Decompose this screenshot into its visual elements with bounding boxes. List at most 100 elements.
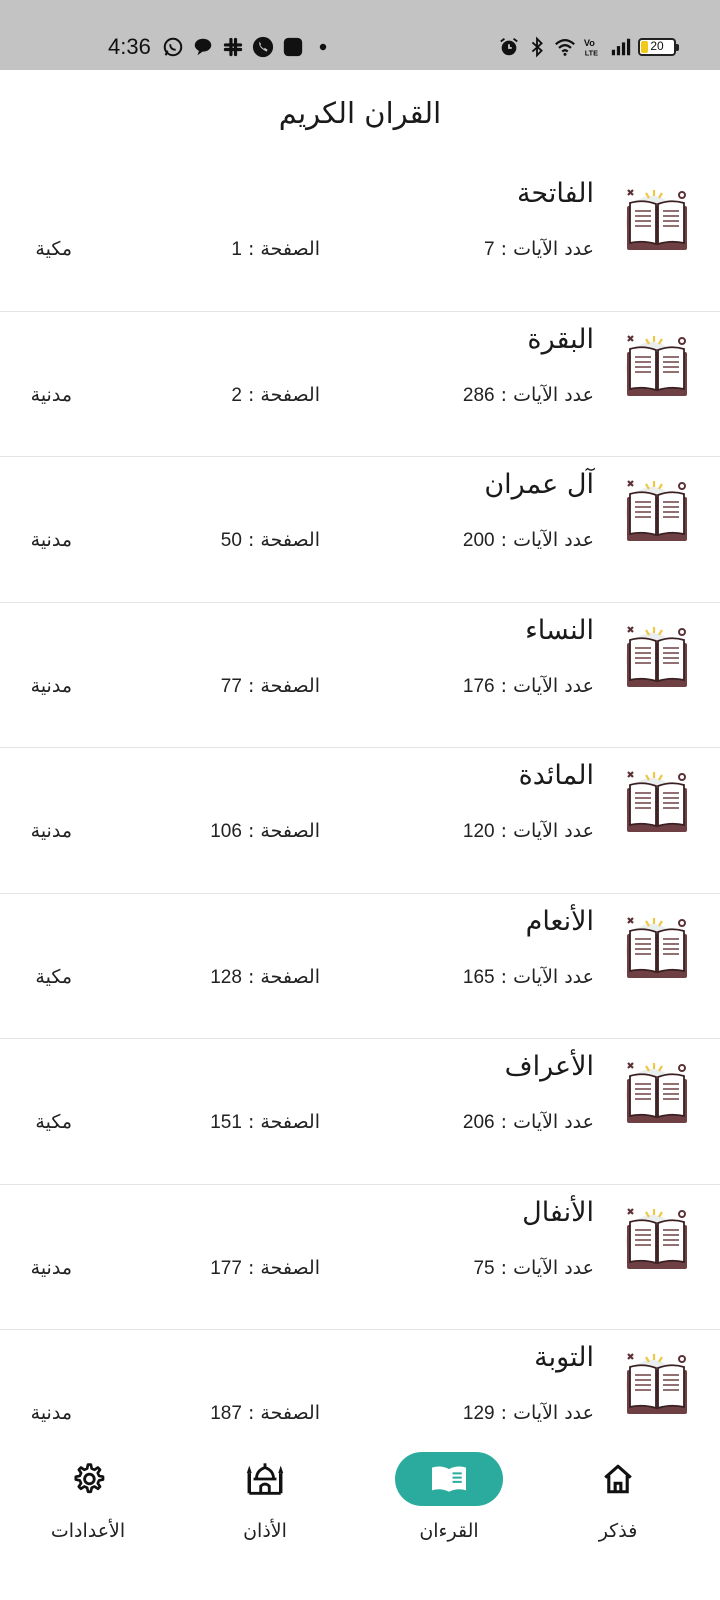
- app-icon: [283, 37, 303, 57]
- quran-book-icon: [626, 1207, 687, 1269]
- ayah-count-value: 200: [462, 530, 495, 551]
- surah-row[interactable]: المائدة عدد الآيات : 120 الصفحة : 106 مدنية: [0, 748, 720, 894]
- surah-row[interactable]: آل عمران عدد الآيات : 200 الصفحة : 50 مدنية: [0, 457, 720, 603]
- app-header: القران الكريم: [0, 70, 720, 166]
- revelation-type: مدنية: [30, 674, 72, 697]
- ayah-count-label: عدد الآيات :: [494, 1256, 594, 1279]
- revelation-type: مدنية: [30, 383, 72, 406]
- mosque-icon: [246, 1463, 284, 1495]
- nav-item-settings[interactable]: الأعدادات: [8, 1444, 168, 1574]
- page-number-label: الصفحة :: [241, 1256, 320, 1279]
- surah-row[interactable]: الأعراف عدد الآيات : 206 الصفحة : 151 مكية: [0, 1039, 720, 1185]
- nav-label-quran: القرءان: [419, 1520, 479, 1542]
- dot-icon: [319, 43, 327, 51]
- surah-name: التوبة: [534, 1342, 594, 1373]
- ayah-count-value: 75: [473, 1257, 495, 1279]
- ayah-count-label: عدد الآيات :: [494, 383, 594, 406]
- surah-name: النساء: [525, 614, 594, 646]
- page-number: الصفحة : 2: [231, 384, 320, 407]
- notification-icons: [162, 36, 334, 58]
- status-bar: 4:36 Vo LTE 20: [0, 0, 720, 70]
- surah-name: المائدة: [518, 760, 594, 791]
- revelation-type: مكية: [35, 965, 72, 988]
- bluetooth-icon: [531, 36, 543, 58]
- ayah-count-value: 206: [462, 1112, 495, 1133]
- page-number: الصفحة : 1: [231, 238, 320, 261]
- page-number: الصفحة : 151: [210, 1111, 320, 1134]
- page-number-value: 177: [210, 1257, 242, 1279]
- page-number-value: 151: [210, 1112, 242, 1133]
- status-time: 4:36: [108, 34, 151, 59]
- home-icon: [604, 1464, 632, 1494]
- ayah-count: عدد الآيات : 200: [463, 529, 594, 552]
- nav-item-adhan[interactable]: الأذان: [185, 1444, 345, 1574]
- revelation-type: مدنية: [30, 1256, 72, 1279]
- nav-icon-wrap: [211, 1452, 319, 1506]
- ayah-count: عدد الآيات : 176: [463, 675, 594, 698]
- gear-icon: [74, 1463, 105, 1494]
- surah-name: الأنعام: [525, 905, 594, 937]
- page-number-label: الصفحة :: [241, 1402, 320, 1424]
- page-number: الصفحة : 187: [210, 1402, 320, 1425]
- surah-row[interactable]: الفاتحة عدد الآيات : 7 الصفحة : 1 مكية: [0, 166, 720, 312]
- surah-name: الأنفال: [522, 1196, 594, 1228]
- ayah-count-label: عدد الآيات :: [494, 238, 594, 260]
- surah-row[interactable]: التوبة عدد الآيات : 129 الصفحة : 187 مدنية: [0, 1330, 720, 1444]
- whatsapp-icon: [163, 37, 183, 57]
- ayah-count-label: عدد الآيات :: [494, 674, 594, 697]
- volte-icon: Vo LTE: [584, 38, 598, 57]
- page-number-value: 106: [210, 821, 242, 842]
- nav-icon-wrap: [34, 1452, 142, 1506]
- revelation-type: مدنية: [30, 529, 72, 551]
- nav-item-home[interactable]: فذكر: [538, 1444, 698, 1574]
- svg-text:Vo: Vo: [584, 38, 595, 48]
- page-number-label: الصفحة :: [241, 674, 320, 697]
- page-number-label: الصفحة :: [241, 238, 320, 260]
- page-number: الصفحة : 106: [210, 820, 320, 843]
- revelation-type: مكية: [35, 238, 72, 260]
- ayah-count-label: عدد الآيات :: [494, 1402, 594, 1424]
- ayah-count-value: 120: [462, 821, 495, 842]
- slack-icon: [223, 37, 243, 57]
- page-number-label: الصفحة :: [241, 1111, 320, 1133]
- page-number: الصفحة : 50: [221, 529, 320, 552]
- page-title: القران الكريم: [278, 96, 442, 130]
- revelation-type: مدنية: [30, 1402, 72, 1424]
- surah-row[interactable]: الأنفال عدد الآيات : 75 الصفحة : 177 مدنية: [0, 1185, 720, 1330]
- page-number-value: 1: [231, 239, 242, 260]
- alarm-icon: [500, 38, 518, 56]
- ayah-count-value: 7: [484, 239, 495, 260]
- system-icons: Vo LTE 20: [498, 36, 679, 58]
- quran-book-icon: [626, 189, 687, 250]
- nav-label-settings: الأعدادات: [50, 1520, 126, 1542]
- page-number: الصفحة : 128: [210, 966, 320, 989]
- nav-label-home: فذكر: [598, 1520, 638, 1542]
- page-number-value: 2: [231, 384, 242, 406]
- ayah-count-label: عدد الآيات :: [494, 820, 594, 842]
- signal-icon: [611, 38, 631, 56]
- surah-name: الأعراف: [504, 1051, 594, 1082]
- page-number-value: 50: [220, 530, 242, 551]
- ayah-count: عدد الآيات : 165: [463, 966, 594, 989]
- ayah-count-value: 286: [462, 384, 495, 406]
- bottom-navigation: فذكر القرءان الأذان الأعدادات: [0, 1444, 720, 1600]
- surah-row[interactable]: البقرة عدد الآيات : 286 الصفحة : 2 مدنية: [0, 312, 720, 457]
- ayah-count-label: عدد الآيات :: [494, 1111, 594, 1133]
- ayah-count: عدد الآيات : 286: [463, 384, 594, 407]
- page-number-value: 187: [210, 1403, 242, 1424]
- page-number-value: 77: [220, 675, 242, 697]
- svg-text:LTE: LTE: [585, 48, 598, 57]
- page-number-label: الصفحة :: [241, 965, 320, 988]
- page-number: الصفحة : 77: [221, 675, 320, 698]
- nav-icon-wrap: [564, 1452, 672, 1506]
- surah-list[interactable]: الفاتحة عدد الآيات : 7 الصفحة : 1 مكية البقر…: [0, 166, 720, 1444]
- surah-row[interactable]: الأنعام عدد الآيات : 165 الصفحة : 128 مكية: [0, 894, 720, 1039]
- surah-row[interactable]: النساء عدد الآيات : 176 الصفحة : 77 مدنية: [0, 603, 720, 748]
- nav-item-quran[interactable]: القرءان: [369, 1444, 529, 1574]
- revelation-type: مكية: [35, 1111, 72, 1133]
- nav-icon-wrap-active: [395, 1452, 503, 1506]
- phone-icon: [252, 36, 274, 58]
- quran-book-icon: [626, 916, 687, 978]
- chat-bubble-icon: [194, 38, 212, 56]
- ayah-count: عدد الآيات : 7: [484, 238, 594, 261]
